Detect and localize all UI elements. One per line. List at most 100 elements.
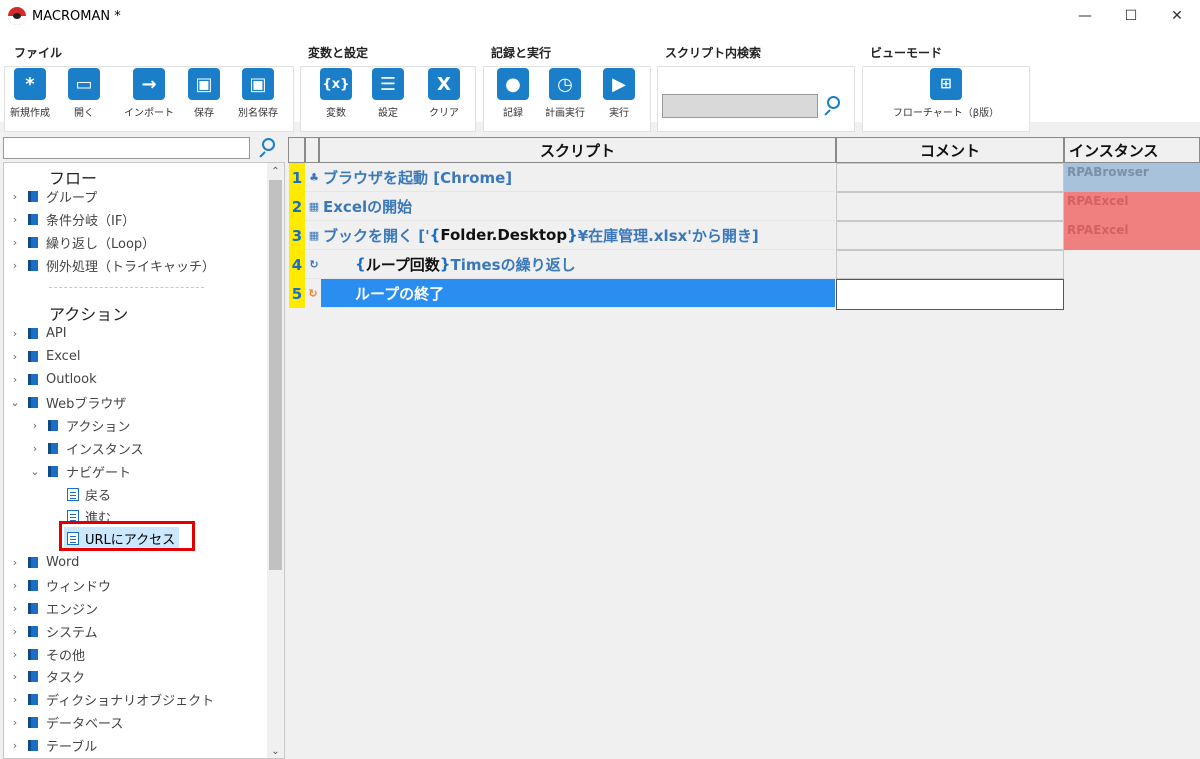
script-column-header[interactable]: スクリプト (319, 137, 836, 163)
tree-item-web-browser[interactable]: ⌄ Webブラウザ (8, 391, 126, 413)
table-row[interactable]: 1 ♣ ブラウザを起動 [Chrome] RPABrowser (288, 163, 1200, 192)
line-number: 5 (289, 279, 305, 308)
clear-button[interactable]: X クリア (416, 68, 472, 119)
chevron-right-icon[interactable]: › (28, 442, 42, 455)
instance-column-header[interactable]: インスタンス (1064, 137, 1200, 163)
tree-item-engine[interactable]: › エンジン (8, 597, 98, 619)
comment-cell[interactable] (836, 279, 1064, 310)
chevron-right-icon[interactable]: › (8, 350, 22, 363)
chevron-right-icon[interactable]: › (8, 648, 22, 661)
run-button[interactable]: ▶ 実行 (591, 68, 647, 119)
script-cell[interactable]: ↻ ループの終了 (305, 278, 835, 308)
search-icon[interactable] (258, 138, 276, 158)
open-button[interactable]: ▭ 開く (56, 68, 112, 119)
tree-item-other[interactable]: › その他 (8, 643, 85, 665)
chevron-right-icon[interactable]: › (8, 693, 22, 706)
script-cell[interactable]: ▦ Excelの開始 (305, 192, 835, 221)
import-button[interactable]: → インポート (121, 68, 177, 119)
tree-item-try-catch[interactable]: › 例外処理（トライキャッチ） (8, 254, 215, 276)
variable-button[interactable]: {x} 変数 (308, 68, 364, 119)
comment-cell[interactable] (836, 221, 1064, 250)
table-row[interactable]: 2 ▦ Excelの開始 RPAExcel (288, 192, 1200, 221)
variable-icon: {x} (320, 68, 352, 100)
tree-item-back[interactable]: 戻る (67, 483, 111, 505)
maximize-button[interactable]: ☐ (1108, 0, 1154, 32)
chevron-down-icon[interactable]: ⌄ (8, 396, 22, 409)
close-button[interactable]: ✕ (1154, 0, 1200, 32)
chevron-right-icon[interactable]: › (8, 602, 22, 615)
import-arrow-icon: → (133, 68, 165, 100)
comment-cell[interactable] (836, 250, 1064, 279)
new-button[interactable]: * 新規作成 (2, 68, 58, 119)
search-icon[interactable] (823, 96, 841, 116)
tree-item-label: エンジン (46, 602, 99, 618)
script-cell[interactable]: ♣ ブラウザを起動 [Chrome] (305, 163, 835, 192)
comment-cell[interactable] (836, 163, 1064, 192)
save-button[interactable]: ▣ 保存 (176, 68, 232, 119)
scrollbar-thumb[interactable] (269, 180, 282, 570)
comment-column-header[interactable]: コメント (836, 137, 1064, 163)
chevron-right-icon[interactable]: › (8, 236, 22, 249)
tree-item-database[interactable]: › データベース (8, 711, 124, 733)
document-icon (67, 487, 79, 501)
minimize-button[interactable]: — (1062, 0, 1108, 32)
tree-item-loop[interactable]: › 繰り返し（Loop） (8, 231, 155, 253)
tree-item-label: API (46, 325, 67, 341)
tree-scrollbar[interactable]: ⌃ ⌄ (267, 163, 284, 758)
chevron-right-icon[interactable]: › (8, 670, 22, 683)
loop-end-icon: ↻ (305, 278, 321, 308)
table-row-selected[interactable]: 5 ↻ ループの終了 (288, 278, 1200, 310)
chevron-right-icon[interactable]: › (8, 625, 22, 638)
script-search-title: スクリプト内検索 (665, 46, 762, 60)
save-button-label: 保存 (194, 108, 214, 119)
tree-item-api[interactable]: › API (8, 322, 67, 344)
variable-group-title: 変数と設定 (308, 46, 369, 60)
tree-item-web-action[interactable]: › アクション (28, 414, 131, 436)
chevron-right-icon[interactable]: › (8, 213, 22, 226)
tree-item-excel[interactable]: › Excel (8, 345, 81, 367)
chevron-right-icon[interactable]: › (8, 579, 22, 592)
chevron-down-icon[interactable]: ⌄ (28, 465, 42, 478)
chevron-right-icon[interactable]: › (8, 739, 22, 752)
variable-name: Folder.Desktop (440, 226, 568, 244)
chevron-right-icon[interactable]: › (8, 373, 22, 386)
table-row[interactable]: 4 ↻ {ループ回数} Timesの繰り返し (288, 250, 1200, 279)
script-cell[interactable]: ↻ {ループ回数} Timesの繰り返し (305, 250, 835, 279)
chevron-right-icon[interactable]: › (8, 190, 22, 203)
tree-item-outlook[interactable]: › Outlook (8, 368, 97, 390)
book-icon (28, 396, 38, 408)
action-search-input[interactable] (3, 137, 250, 159)
variable-name: ループ回数 (365, 255, 440, 274)
tree-item-if[interactable]: › 条件分岐（IF） (8, 208, 136, 230)
record-button[interactable]: ● 記録 (485, 68, 541, 119)
settings-button[interactable]: ☰ 設定 (360, 68, 416, 119)
book-icon (28, 602, 38, 614)
tree-item-navigate[interactable]: ⌄ ナビゲート (28, 460, 131, 482)
script-cell[interactable]: ▦ ブックを開く ['{Folder.Desktop} ¥在庫管理.xlsx'から… (305, 221, 835, 250)
flowchart-button[interactable]: ⊞ フローチャート（β版） (888, 68, 1004, 119)
chevron-right-icon[interactable]: › (8, 327, 22, 340)
tree-item-word[interactable]: › Word (8, 551, 80, 573)
chevron-right-icon[interactable]: › (8, 716, 22, 729)
play-icon: ▶ (603, 68, 635, 100)
chevron-right-icon[interactable]: › (8, 259, 22, 272)
tree-item-system[interactable]: › システム (8, 620, 98, 642)
tree-item-task[interactable]: › タスク (8, 665, 85, 687)
tree-item-dictionary[interactable]: › ディクショナリオブジェクト (8, 688, 214, 710)
table-row[interactable]: 3 ▦ ブックを開く ['{Folder.Desktop} ¥在庫管理.xlsx'… (288, 221, 1200, 250)
schedule-run-button[interactable]: ◷ 計画実行 (537, 68, 593, 119)
view-mode-title: ビューモード (870, 46, 943, 60)
tree-item-group[interactable]: › グループ (8, 185, 97, 207)
comment-cell[interactable] (836, 192, 1064, 221)
chevron-right-icon[interactable]: › (8, 556, 22, 569)
save-as-button[interactable]: ▣ 別名保存 (230, 68, 286, 119)
tree-item-web-instance[interactable]: › インスタンス (28, 437, 144, 459)
chevron-right-icon[interactable]: › (28, 419, 42, 432)
scroll-down-icon[interactable]: ⌄ (267, 743, 284, 758)
script-search-input[interactable] (662, 94, 818, 118)
scroll-up-icon[interactable]: ⌃ (267, 163, 284, 180)
book-icon (28, 693, 38, 705)
tree-item-table[interactable]: › テーブル (8, 734, 97, 756)
tree-item-window[interactable]: › ウィンドウ (8, 574, 111, 596)
folder-icon: ▭ (68, 68, 100, 100)
